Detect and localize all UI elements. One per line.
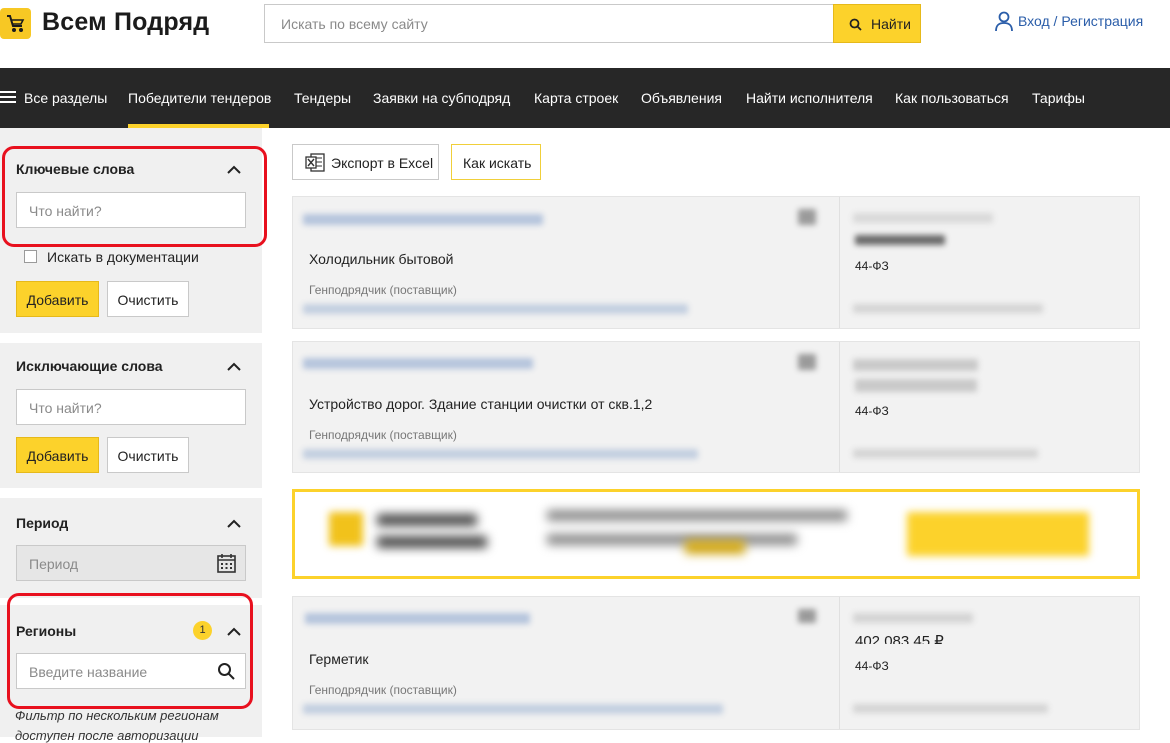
promo-icon — [329, 512, 363, 546]
result-card[interactable]: Холодильник бытовой Генподрядчик (постав… — [292, 196, 1140, 329]
card-divider — [839, 342, 840, 472]
result-role: Генподрядчик (поставщик) — [309, 283, 457, 297]
nav-item-all-sections[interactable]: Все разделы — [24, 90, 107, 106]
card-divider — [839, 597, 840, 729]
exclude-title: Исключающие слова — [16, 358, 163, 374]
redacted-text — [853, 704, 1048, 713]
main-nav: Все разделы Победители тендеров Тендеры … — [0, 68, 1170, 128]
search-in-docs-checkbox[interactable] — [24, 250, 37, 263]
chevron-up-icon[interactable] — [227, 362, 241, 371]
nav-item-ads[interactable]: Объявления — [641, 90, 722, 106]
redacted-icon — [798, 209, 816, 225]
nav-item-tender-winners[interactable]: Победители тендеров — [128, 90, 271, 106]
keywords-add-label: Добавить — [26, 292, 89, 308]
calendar-icon[interactable] — [217, 553, 236, 573]
nav-item-find-contractor[interactable]: Найти исполнителя — [746, 90, 873, 106]
keywords-clear-button[interactable]: Очистить — [107, 281, 189, 317]
search-button[interactable]: Найти — [833, 4, 921, 43]
nav-item-how-to-use[interactable]: Как пользоваться — [895, 90, 1009, 106]
keywords-clear-label: Очистить — [117, 292, 179, 308]
export-excel-button[interactable]: Экспорт в Excel — [292, 144, 439, 180]
result-title[interactable]: Герметик — [309, 651, 369, 667]
redacted-link — [303, 358, 533, 369]
redacted-chip — [685, 540, 745, 554]
exclude-placeholder: Что найти? — [29, 400, 102, 416]
regions-note-line1: Фильтр по нескольким регионам — [15, 708, 219, 723]
nav-item-tenders[interactable]: Тендеры — [294, 90, 351, 106]
search-icon — [849, 18, 862, 31]
login-label: Вход / Регистрация — [1018, 13, 1144, 29]
redacted-link — [303, 214, 543, 225]
result-card[interactable]: Герметик Генподрядчик (поставщик) 402 08… — [292, 596, 1140, 730]
chevron-up-icon[interactable] — [227, 519, 241, 528]
exclude-clear-label: Очистить — [117, 448, 179, 464]
redacted-price — [855, 379, 977, 392]
period-filter-panel: Период Период — [0, 498, 262, 598]
result-card[interactable]: Устройство дорог. Здание станции очистки… — [292, 341, 1140, 473]
redacted-text — [853, 359, 978, 371]
exclude-filter-panel: Исключающие слова Что найти? Добавить Оч… — [0, 343, 262, 488]
site-search-input[interactable]: Искать по всему сайту — [264, 4, 834, 43]
result-law: 44-ФЗ — [855, 404, 889, 418]
result-title[interactable]: Холодильник бытовой — [309, 251, 454, 267]
logo-icon[interactable] — [0, 8, 31, 39]
period-title: Период — [16, 515, 69, 531]
search-in-docs-label: Искать в документации — [47, 249, 199, 265]
search-button-label: Найти — [871, 16, 911, 32]
export-excel-label: Экспорт в Excel — [331, 155, 434, 171]
menu-icon[interactable] — [0, 91, 16, 106]
result-law: 44-ФЗ — [855, 259, 889, 273]
exclude-add-button[interactable]: Добавить — [16, 437, 99, 473]
highlight-regions — [7, 593, 253, 709]
redacted-text — [547, 510, 847, 521]
redacted-text — [853, 449, 1038, 458]
logo-text[interactable]: Всем Подряд — [42, 8, 209, 37]
result-law: 44-ФЗ — [855, 659, 889, 673]
keywords-add-button[interactable]: Добавить — [16, 281, 99, 317]
redacted-price — [855, 235, 945, 245]
nav-item-subcontract[interactable]: Заявки на субподряд — [373, 90, 510, 106]
user-icon — [995, 11, 1013, 32]
redacted-text — [377, 536, 487, 548]
redacted-icon — [798, 609, 816, 623]
site-search-placeholder: Искать по всему сайту — [281, 16, 428, 32]
how-to-search-button[interactable]: Как искать — [451, 144, 541, 180]
redacted-text — [853, 613, 973, 623]
result-role: Генподрядчик (поставщик) — [309, 428, 457, 442]
period-placeholder: Период — [29, 556, 79, 572]
redacted-text — [303, 304, 688, 314]
card-divider — [839, 197, 840, 328]
redacted-text — [853, 304, 1043, 313]
redacted-link — [305, 613, 530, 624]
result-role: Генподрядчик (поставщик) — [309, 683, 457, 697]
how-to-search-label: Как искать — [463, 155, 532, 171]
result-price: 402 083,45 ₽ — [855, 633, 944, 644]
excel-icon — [305, 153, 325, 172]
regions-note-line2: доступен после авторизации — [15, 728, 199, 743]
highlight-keywords — [2, 146, 267, 247]
site-header: Всем Подряд Искать по всему сайту Найти … — [0, 0, 1170, 68]
redacted-text — [853, 213, 993, 223]
exclude-input[interactable]: Что найти? — [16, 389, 246, 425]
promo-button[interactable] — [907, 512, 1089, 556]
redacted-text — [377, 514, 477, 526]
nav-item-tariffs[interactable]: Тарифы — [1032, 90, 1085, 106]
period-input[interactable]: Период — [16, 545, 246, 581]
result-title[interactable]: Устройство дорог. Здание станции очистки… — [309, 396, 652, 412]
redacted-text — [547, 534, 797, 545]
redacted-text — [303, 704, 723, 714]
promo-banner[interactable] — [292, 489, 1140, 579]
exclude-add-label: Добавить — [26, 448, 89, 464]
redacted-icon — [798, 354, 816, 370]
nav-item-construction-map[interactable]: Карта строек — [534, 90, 618, 106]
exclude-clear-button[interactable]: Очистить — [107, 437, 189, 473]
redacted-text — [303, 449, 698, 459]
